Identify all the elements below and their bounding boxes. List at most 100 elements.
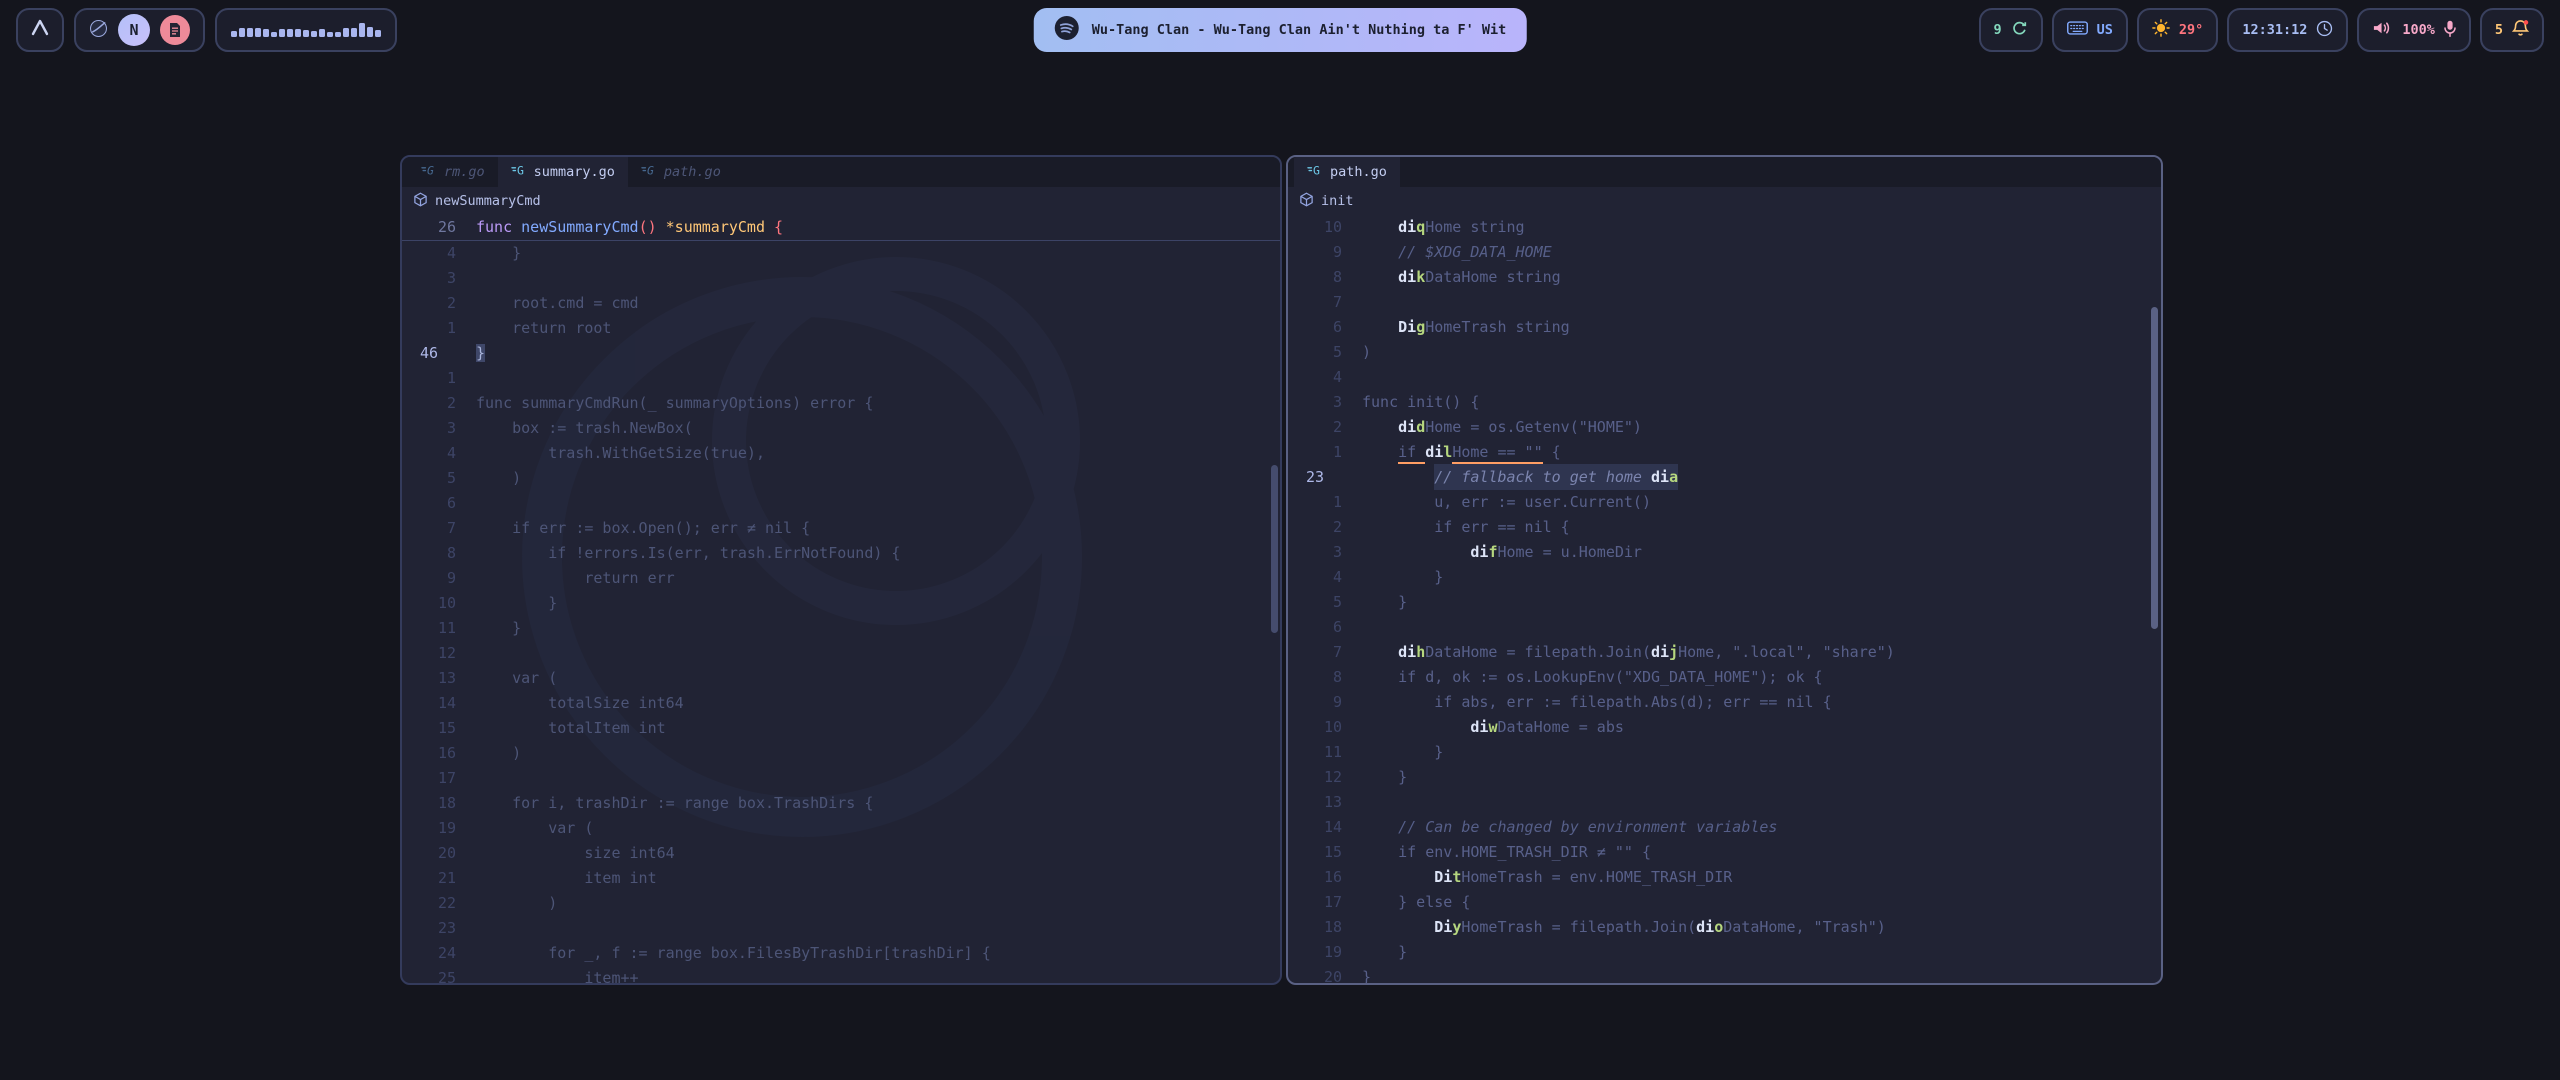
code-line[interactable]: 18 DiyHomeTrash = filepath.Join(dioDataH… xyxy=(1288,915,2161,940)
code-line[interactable]: 20} xyxy=(1288,965,2161,985)
code-line[interactable]: 23 // fallback to get home dia xyxy=(1288,465,2161,490)
line-number: 16 xyxy=(1288,865,1342,890)
context-line[interactable]: 26func newSummaryCmd() *summaryCmd { xyxy=(402,215,1280,241)
code-line[interactable]: 8 if d, ok := os.LookupEnv("XDG_DATA_HOM… xyxy=(1288,665,2161,690)
line-text xyxy=(1342,365,1362,390)
code-line[interactable]: 22 ) xyxy=(402,891,1280,916)
code-line[interactable]: 15 totalItem int xyxy=(402,716,1280,741)
code-line[interactable]: 8 dikDataHome string xyxy=(1288,265,2161,290)
document-icon[interactable] xyxy=(160,15,190,45)
breadcrumb[interactable]: newSummaryCmd xyxy=(402,187,1280,215)
line-number: 12 xyxy=(402,641,456,666)
code-line[interactable]: 1 xyxy=(402,366,1280,391)
code-line[interactable]: 14 totalSize int64 xyxy=(402,691,1280,716)
code-line[interactable]: 5 } xyxy=(1288,590,2161,615)
line-number: 4 xyxy=(402,241,456,266)
notifications-pill[interactable]: 5 xyxy=(2480,8,2544,52)
code-line[interactable]: 5 ) xyxy=(402,466,1280,491)
code-line[interactable]: 12 } xyxy=(1288,765,2161,790)
code-line[interactable]: 7 dihDataHome = filepath.Join(dijHome, "… xyxy=(1288,640,2161,665)
audio-pill[interactable]: 100% xyxy=(2357,8,2471,52)
code-line[interactable]: 23 xyxy=(402,916,1280,941)
line-text xyxy=(1342,615,1362,640)
workspaces-pill[interactable]: N xyxy=(74,8,205,52)
code-line[interactable]: 16 ) xyxy=(402,741,1280,766)
code-line[interactable]: 15 if env.HOME_TRASH_DIR ≠ "" { xyxy=(1288,840,2161,865)
code-line[interactable]: 19 } xyxy=(1288,940,2161,965)
code-line[interactable]: 17 xyxy=(402,766,1280,791)
code-line[interactable]: 4 trash.WithGetSize(true), xyxy=(402,441,1280,466)
launcher-button[interactable] xyxy=(16,8,64,52)
code-line[interactable]: 14 // Can be changed by environment vari… xyxy=(1288,815,2161,840)
tab-path.go[interactable]: Gpath.go xyxy=(628,157,734,187)
tab-summary.go[interactable]: Gsummary.go xyxy=(498,157,628,187)
code-line[interactable]: 3 difHome = u.HomeDir xyxy=(1288,540,2161,565)
code-line[interactable]: 9 // $XDG_DATA_HOME xyxy=(1288,240,2161,265)
code-line[interactable]: 3func init() { xyxy=(1288,390,2161,415)
code-line[interactable]: 7 xyxy=(1288,290,2161,315)
code-line[interactable]: 17 } else { xyxy=(1288,890,2161,915)
globe-icon[interactable] xyxy=(89,19,108,42)
editor-pane-right: Gpath.go init 10 diqHome string9 // $XDG… xyxy=(1286,155,2163,985)
tab-path.go[interactable]: Gpath.go xyxy=(1294,157,1400,187)
code-line[interactable]: 24 for _, f := range box.FilesByTrashDir… xyxy=(402,941,1280,966)
code-line[interactable]: 10 } xyxy=(402,591,1280,616)
code-line[interactable]: 2 root.cmd = cmd xyxy=(402,291,1280,316)
code-line[interactable]: 25 item++ xyxy=(402,966,1280,985)
tab-bar-right: Gpath.go xyxy=(1288,157,2161,187)
line-text: totalSize int64 xyxy=(456,691,684,716)
code-line[interactable]: 1 return root xyxy=(402,316,1280,341)
tab-rm.go[interactable]: Grm.go xyxy=(408,157,498,187)
code-line[interactable]: 13 var ( xyxy=(402,666,1280,691)
code-line[interactable]: 10 diwDataHome = abs xyxy=(1288,715,2161,740)
clock-pill[interactable]: 12:31:12 xyxy=(2227,8,2348,52)
breadcrumb[interactable]: init xyxy=(1288,187,2161,215)
code-line[interactable]: 12 xyxy=(402,641,1280,666)
updates-pill[interactable]: 9 xyxy=(1979,8,2043,52)
scrollbar-thumb[interactable] xyxy=(2151,307,2158,629)
line-number: 2 xyxy=(1288,415,1342,440)
code-line[interactable]: 11 } xyxy=(402,616,1280,641)
code-line[interactable]: 20 size int64 xyxy=(402,841,1280,866)
code-line[interactable]: 5) xyxy=(1288,340,2161,365)
code-line[interactable]: 16 DitHomeTrash = env.HOME_TRASH_DIR xyxy=(1288,865,2161,890)
visualizer-bars xyxy=(231,10,381,50)
svg-text:G: G xyxy=(517,164,524,177)
code-line[interactable]: 13 xyxy=(1288,790,2161,815)
now-playing-pill[interactable]: Wu-Tang Clan - Wu-Tang Clan Ain't Nuthin… xyxy=(1034,8,1527,52)
code-line[interactable]: 4 } xyxy=(402,241,1280,266)
code-line[interactable]: 6 xyxy=(1288,615,2161,640)
code-line[interactable]: 2 didHome = os.Getenv("HOME") xyxy=(1288,415,2161,440)
code-line[interactable]: 6 xyxy=(402,491,1280,516)
code-line[interactable]: 1 u, err := user.Current() xyxy=(1288,490,2161,515)
code-line[interactable]: 18 for i, trashDir := range box.TrashDir… xyxy=(402,791,1280,816)
code-line[interactable]: 9 return err xyxy=(402,566,1280,591)
code-line[interactable]: 4 xyxy=(1288,365,2161,390)
code-line[interactable]: 4 } xyxy=(1288,565,2161,590)
code-line[interactable]: 1 if dilHome == "" { xyxy=(1288,440,2161,465)
weather-pill[interactable]: 29° xyxy=(2137,8,2218,52)
code-line[interactable]: 6 DigHomeTrash string xyxy=(1288,315,2161,340)
line-number: 4 xyxy=(1288,565,1342,590)
line-number: 6 xyxy=(1288,315,1342,340)
code-line[interactable]: 11 } xyxy=(1288,740,2161,765)
code-line[interactable]: 2 if err == nil { xyxy=(1288,515,2161,540)
code-line[interactable]: 46} xyxy=(402,341,1280,366)
line-text: if !errors.Is(err, trash.ErrNotFound) { xyxy=(456,541,900,566)
code-line[interactable]: 2func summaryCmdRun(_ summaryOptions) er… xyxy=(402,391,1280,416)
code-line[interactable]: 9 if abs, err := filepath.Abs(d); err ==… xyxy=(1288,690,2161,715)
keyboard-layout-pill[interactable]: US xyxy=(2052,8,2128,52)
code-area: 10 diqHome string9 // $XDG_DATA_HOME8 di… xyxy=(1288,215,2161,985)
code-line[interactable]: 3 xyxy=(402,266,1280,291)
code-line[interactable]: 7 if err := box.Open(); err ≠ nil { xyxy=(402,516,1280,541)
neovim-icon[interactable]: N xyxy=(118,14,150,46)
code-line[interactable]: 8 if !errors.Is(err, trash.ErrNotFound) … xyxy=(402,541,1280,566)
scrollbar-thumb[interactable] xyxy=(1271,465,1278,633)
code-line[interactable]: 19 var ( xyxy=(402,816,1280,841)
code-line[interactable]: 10 diqHome string xyxy=(1288,215,2161,240)
line-text: dihDataHome = filepath.Join(dijHome, ".l… xyxy=(1342,640,1895,665)
audio-visualizer-pill[interactable] xyxy=(215,8,397,52)
code-line[interactable]: 21 item int xyxy=(402,866,1280,891)
code-line[interactable]: 3 box := trash.NewBox( xyxy=(402,416,1280,441)
line-text xyxy=(1342,790,1362,815)
